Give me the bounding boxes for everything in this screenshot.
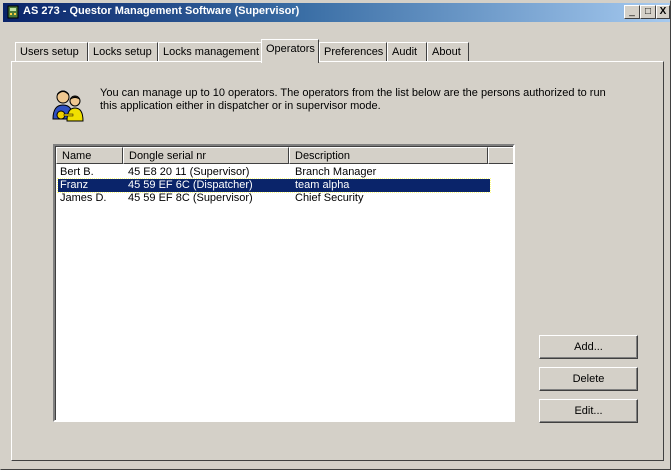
minimize-icon: _ [629, 6, 635, 17]
app-icon [7, 5, 19, 19]
tab-locks-management[interactable]: Locks management [158, 42, 262, 62]
minimize-button[interactable]: _ [624, 5, 640, 19]
cell-name: James D. [60, 192, 107, 204]
close-button[interactable]: X [656, 5, 670, 19]
table-row[interactable]: Bert B. 45 E8 20 11 (Supervisor) Branch … [58, 166, 490, 179]
cell-description: team alpha [295, 179, 350, 191]
list-header: Name Dongle serial nr Description [56, 147, 513, 164]
operators-info-text: You can manage up to 10 operators. The o… [100, 87, 606, 112]
operators-people-key-icon [52, 90, 84, 122]
maximize-button[interactable]: □ [640, 5, 656, 19]
column-header-name[interactable]: Name [56, 147, 123, 164]
cell-description: Branch Manager [295, 166, 377, 178]
cell-dongle: 45 59 EF 8C (Supervisor) [128, 192, 253, 204]
delete-button[interactable]: Delete [539, 367, 638, 391]
maximize-icon: □ [644, 6, 652, 17]
cell-dongle: 45 59 EF 6C (Dispatcher) [128, 179, 253, 191]
title-bar[interactable]: AS 273 - Questor Management Software (Su… [3, 3, 670, 22]
tab-locks-setup[interactable]: Locks setup [88, 42, 158, 62]
app-window: AS 273 - Questor Management Software (Su… [0, 0, 671, 470]
tab-users-setup[interactable]: Users setup [15, 42, 88, 62]
cell-name: Bert B. [60, 166, 94, 178]
tab-preferences[interactable]: Preferences [319, 42, 387, 62]
edit-button[interactable]: Edit... [539, 399, 638, 423]
cell-description: Chief Security [295, 192, 364, 204]
close-icon: X [659, 6, 667, 17]
table-row[interactable]: James D. 45 59 EF 8C (Supervisor) Chief … [58, 192, 490, 205]
table-row-selected[interactable]: Franz 45 59 EF 6C (Dispatcher) team alph… [57, 178, 491, 193]
tab-audit[interactable]: Audit [387, 42, 427, 62]
column-header-dongle[interactable]: Dongle serial nr [123, 147, 289, 164]
column-header-filler [488, 147, 513, 164]
cell-name: Franz [60, 179, 89, 191]
cell-dongle: 45 E8 20 11 (Supervisor) [128, 166, 250, 178]
column-header-description[interactable]: Description [289, 147, 488, 164]
tab-about[interactable]: About [427, 42, 469, 62]
window-title: AS 273 - Questor Management Software (Su… [23, 5, 300, 17]
operators-list[interactable]: Name Dongle serial nr Description Bert B… [53, 144, 515, 422]
add-button[interactable]: Add... [539, 335, 638, 359]
tab-operators[interactable]: Operators [261, 39, 319, 63]
